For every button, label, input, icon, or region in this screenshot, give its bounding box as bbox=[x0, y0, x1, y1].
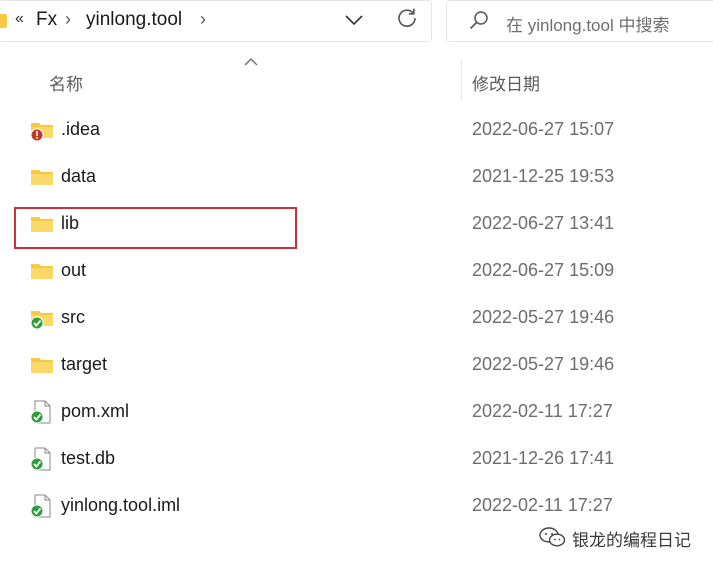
file-name[interactable]: data bbox=[61, 166, 96, 187]
column-header-date-modified[interactable]: 修改日期 bbox=[472, 70, 540, 95]
folder-synced-icon bbox=[30, 306, 54, 330]
breadcrumb-yinlong-tool[interactable]: yinlong.tool bbox=[86, 9, 182, 31]
file-name[interactable]: pom.xml bbox=[61, 401, 129, 422]
file-date-modified: 2021-12-25 19:53 bbox=[472, 166, 615, 186]
list-item[interactable]: .idea 2022-06-27 15:07 bbox=[0, 107, 713, 154]
folder-icon bbox=[30, 353, 54, 377]
file-date-modified: 2022-05-27 19:46 bbox=[472, 354, 615, 374]
file-synced-icon bbox=[30, 447, 54, 471]
search-box[interactable]: 在 yinlong.tool 中搜索 bbox=[446, 0, 713, 42]
file-name[interactable]: target bbox=[61, 354, 107, 375]
list-item[interactable]: src 2022-05-27 19:46 bbox=[0, 295, 713, 342]
list-item[interactable]: test.db 2021-12-26 17:41 bbox=[0, 436, 713, 483]
wechat-logo-icon bbox=[539, 527, 566, 547]
file-date-modified: 2022-06-27 15:07 bbox=[472, 119, 615, 139]
list-item[interactable]: pom.xml 2022-02-11 17:27 bbox=[0, 389, 713, 436]
list-item[interactable]: data 2021-12-25 19:53 bbox=[0, 154, 713, 201]
file-name[interactable]: test.db bbox=[61, 448, 115, 469]
folder-icon bbox=[30, 165, 54, 189]
file-name[interactable]: .idea bbox=[61, 119, 100, 140]
folder-icon bbox=[30, 259, 54, 283]
file-date-modified: 2022-02-11 17:27 bbox=[472, 401, 613, 421]
list-item[interactable]: target 2022-05-27 19:46 bbox=[0, 342, 713, 389]
breadcrumb-separator[interactable]: › bbox=[200, 9, 206, 30]
overflow-chevron-icon[interactable]: « bbox=[15, 10, 24, 28]
search-icon bbox=[469, 11, 488, 30]
folder-error-icon bbox=[30, 118, 54, 142]
sort-ascending-icon bbox=[244, 58, 258, 66]
file-name[interactable]: out bbox=[61, 260, 86, 281]
navigation-bar: « Fx › yinlong.tool › 在 yinlong.tool 中搜索 bbox=[0, 0, 713, 46]
file-date-modified: 2022-06-27 15:09 bbox=[472, 260, 615, 280]
file-name[interactable]: src bbox=[61, 307, 85, 328]
file-date-modified: 2022-06-27 13:41 bbox=[472, 213, 615, 233]
column-divider[interactable] bbox=[461, 60, 462, 100]
address-bar[interactable]: « Fx › yinlong.tool › bbox=[0, 0, 432, 42]
file-date-modified: 2022-02-11 17:27 bbox=[472, 495, 613, 515]
list-item[interactable]: out 2022-06-27 15:09 bbox=[0, 248, 713, 295]
folder-icon bbox=[0, 14, 7, 28]
search-input[interactable]: 在 yinlong.tool 中搜索 bbox=[506, 11, 669, 36]
file-date-modified: 2021-12-26 17:41 bbox=[472, 448, 615, 468]
file-name[interactable]: yinlong.tool.iml bbox=[61, 495, 180, 516]
file-synced-icon bbox=[30, 494, 54, 518]
watermark-text: 银龙的编程日记 bbox=[572, 531, 691, 550]
highlight-annotation bbox=[14, 207, 297, 249]
chevron-down-icon[interactable] bbox=[343, 9, 365, 31]
column-header-name[interactable]: 名称 bbox=[49, 70, 83, 95]
list-item[interactable]: yinlong.tool.iml 2022-02-11 17:27 bbox=[0, 483, 713, 530]
refresh-icon[interactable] bbox=[396, 7, 418, 29]
breadcrumb-separator[interactable]: › bbox=[65, 9, 71, 30]
breadcrumb-fx[interactable]: Fx bbox=[36, 9, 57, 31]
file-date-modified: 2022-05-27 19:46 bbox=[472, 307, 615, 327]
file-synced-icon bbox=[30, 400, 54, 424]
